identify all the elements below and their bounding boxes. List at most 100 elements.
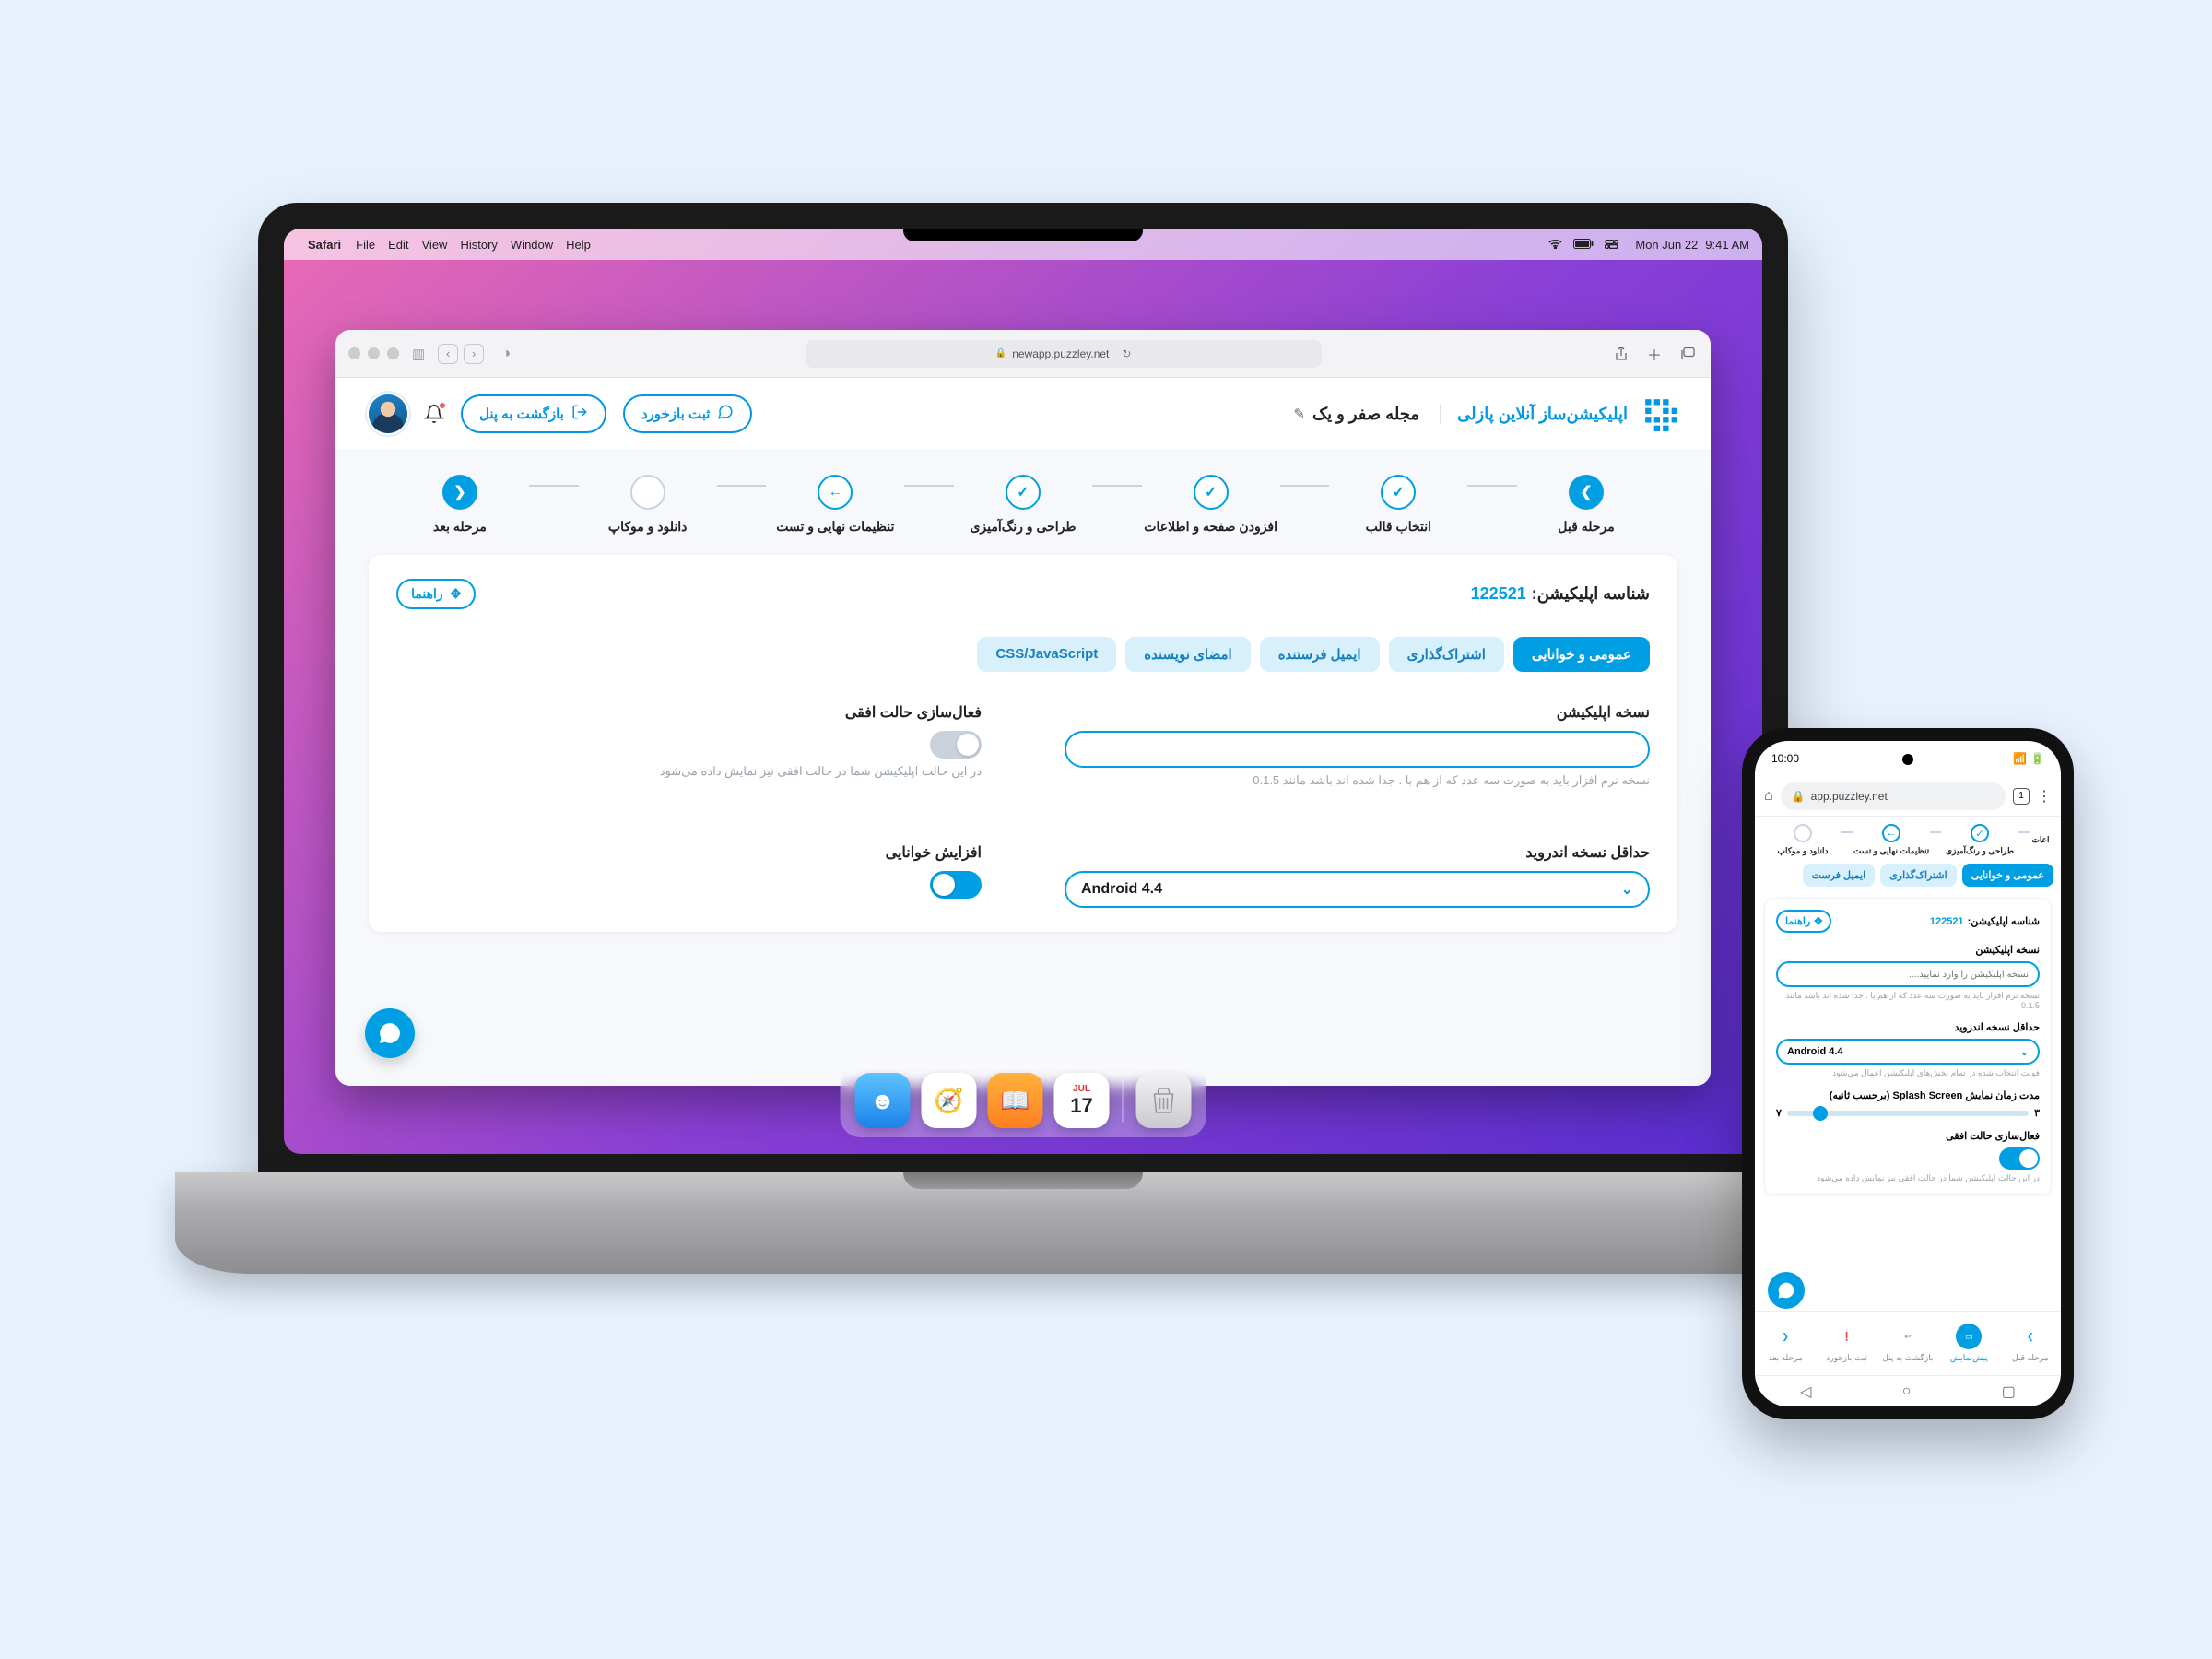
landscape-toggle[interactable] — [930, 731, 982, 759]
p-version-input[interactable] — [1776, 961, 2040, 987]
nav-forward-icon[interactable]: › — [464, 344, 484, 364]
more-icon[interactable]: ⋮ — [2037, 787, 2052, 806]
shield-icon[interactable]: ◑ — [497, 346, 515, 362]
help-button[interactable]: ✥ راهنما — [396, 579, 476, 609]
tab-cssjs[interactable]: CSS/JavaScript — [977, 637, 1116, 672]
dock-books[interactable]: 📖 — [988, 1073, 1043, 1128]
appid-label: شناسه اپلیکیشن: — [1532, 584, 1650, 604]
edit-icon[interactable]: ✎ — [1293, 406, 1305, 422]
avatar[interactable] — [369, 394, 407, 433]
step-prev-label: مرحله قبل — [1558, 519, 1614, 535]
menu-window[interactable]: Window — [511, 238, 553, 252]
help-icon: ✥ — [451, 586, 462, 602]
min-android-label: حداقل نسخه اندروید — [1065, 843, 1650, 862]
android-select[interactable]: Android 4.4 ⌄ — [1065, 871, 1650, 908]
chat-fab[interactable] — [365, 1008, 415, 1058]
settings-card: شناسه اپلیکیشن: 122521 ✥ راهنما عمومی و … — [369, 555, 1677, 932]
readability-toggle[interactable] — [930, 871, 982, 899]
phone-settings-card: شناسه اپلیکیشن: 122521 ✥راهنما نسخه اپلی… — [1764, 898, 2052, 1195]
p-tab-share[interactable]: اشتراک‌گذاری — [1880, 864, 1957, 887]
chevron-down-icon: ⌄ — [1621, 880, 1633, 899]
feedback-button[interactable]: ثبت بازخورد — [623, 394, 753, 433]
step-1[interactable]: ✓ — [1381, 475, 1416, 510]
back-panel-button[interactable]: بازگشت به پنل — [461, 394, 606, 433]
step-3[interactable]: ✓ — [1006, 475, 1041, 510]
app-header: اپلیکیشن‌ساز آنلاین پازلی مجله صفر و یک … — [335, 378, 1711, 451]
tab-email[interactable]: ایمیل فرستنده — [1260, 637, 1380, 672]
p-step-2[interactable]: ← — [1882, 824, 1900, 842]
android-back-icon[interactable]: ◁ — [1800, 1382, 1811, 1401]
step-next-label: مرحله بعد — [433, 519, 487, 535]
tab-signature[interactable]: امضای نویسنده — [1125, 637, 1250, 672]
tab-share[interactable]: اشتراک‌گذاری — [1389, 637, 1504, 672]
dock-trash[interactable] — [1136, 1073, 1192, 1128]
menubar-app-name[interactable]: Safari — [308, 238, 341, 252]
laptop-mockup: Safari File Edit View History Window Hel… — [258, 203, 1788, 1272]
dock-finder[interactable]: ☻ — [855, 1073, 911, 1128]
battery-icon: 🔋 — [2030, 752, 2044, 765]
step-prev-button[interactable]: ❯ — [1569, 475, 1604, 510]
nav-back-icon[interactable]: ‹ — [438, 344, 458, 364]
step-4[interactable]: ← — [818, 475, 853, 510]
menu-view[interactable]: View — [422, 238, 448, 252]
menubar-time: 9:41 AM — [1705, 238, 1749, 252]
step-5[interactable] — [630, 475, 665, 510]
android-nav: ◁ ○ ▢ — [1755, 1375, 2061, 1406]
bn-feedback[interactable]: ❗ثبت بازخورد — [1816, 1312, 1877, 1375]
new-tab-icon[interactable]: ＋ — [1644, 344, 1665, 364]
android-recents-icon[interactable]: ▢ — [2002, 1382, 2016, 1401]
logout-icon — [571, 404, 588, 424]
share-icon[interactable] — [1611, 344, 1631, 364]
p-help-button[interactable]: ✥راهنما — [1776, 910, 1831, 933]
lock-icon: 🔒 — [995, 348, 1006, 359]
bn-back[interactable]: ↩بازگشت به پنل — [1877, 1312, 1938, 1375]
phone-urlbar[interactable]: 🔒 app.puzzley.net — [1781, 782, 2006, 810]
laptop-screen: Safari File Edit View History Window Hel… — [258, 203, 1788, 1180]
p-splash-slider[interactable] — [1787, 1111, 2029, 1116]
p-step-1[interactable]: ✓ — [1971, 824, 1989, 842]
version-label: نسخه اپلیکیشن — [1065, 703, 1650, 722]
control-center-icon[interactable] — [1605, 238, 1618, 252]
tab-general[interactable]: عمومی و خوانایی — [1513, 637, 1650, 672]
laptop-notch — [903, 229, 1143, 241]
url-bar[interactable]: 🔒 newapp.puzzley.net ↻ — [806, 340, 1322, 368]
url-text: newapp.puzzley.net — [1012, 347, 1109, 360]
tab-count-icon[interactable]: 1 — [2013, 788, 2030, 805]
version-input[interactable] — [1065, 731, 1650, 768]
p-chat-fab[interactable] — [1768, 1272, 1805, 1309]
macos-dock: ☻ 🧭 📖 JUL 17 — [841, 1064, 1206, 1137]
safari-toolbar: ▥ ‹ › ◑ 🔒 newapp.puzzley.net ↻ — [335, 330, 1711, 378]
laptop-base — [175, 1172, 1871, 1274]
step-next-button[interactable]: ❮ — [442, 475, 477, 510]
bn-prev[interactable]: ❯مرحله قبل — [2000, 1312, 2061, 1375]
home-icon[interactable]: ⌂ — [1764, 788, 1773, 805]
version-hint: نسخه نرم افزار باید به صورت سه عدد که از… — [1065, 773, 1650, 788]
menu-edit[interactable]: Edit — [388, 238, 408, 252]
battery-icon — [1573, 238, 1594, 252]
reload-icon[interactable]: ↻ — [1122, 347, 1131, 360]
lock-icon: 🔒 — [1792, 790, 1806, 803]
phone-camera-dot — [1902, 754, 1913, 765]
p-tab-email[interactable]: ایمیل فرست — [1803, 864, 1876, 887]
p-step-3[interactable] — [1794, 824, 1812, 842]
dock-safari[interactable]: 🧭 — [922, 1073, 977, 1128]
signal-icon: 📶 — [2013, 752, 2027, 765]
step-2[interactable]: ✓ — [1194, 475, 1229, 510]
menu-help[interactable]: Help — [566, 238, 591, 252]
android-home-icon[interactable]: ○ — [1902, 1383, 1912, 1400]
p-tab-general[interactable]: عمومی و خوانایی — [1962, 864, 2053, 887]
tabs-icon[interactable] — [1677, 344, 1698, 364]
menu-history[interactable]: History — [460, 238, 497, 252]
bn-next[interactable]: ❮مرحله بعد — [1755, 1312, 1816, 1375]
dock-calendar[interactable]: JUL 17 — [1054, 1073, 1110, 1128]
p-landscape-toggle[interactable] — [1999, 1147, 2040, 1170]
window-traffic-lights[interactable] — [348, 347, 399, 359]
p-android-select[interactable]: Android 4.4 ⌄ — [1776, 1039, 2040, 1065]
safari-window: ▥ ‹ › ◑ 🔒 newapp.puzzley.net ↻ — [335, 330, 1711, 1086]
notifications-button[interactable] — [424, 404, 444, 424]
project-title: مجله صفر و یک — [1312, 405, 1419, 424]
brand-title: اپلیکیشن‌ساز آنلاین پازلی — [1440, 405, 1628, 424]
bn-preview[interactable]: ▭پیش‌نمایش — [1938, 1312, 1999, 1375]
menu-file[interactable]: File — [356, 238, 375, 252]
sidebar-toggle-icon[interactable]: ▥ — [412, 346, 425, 362]
